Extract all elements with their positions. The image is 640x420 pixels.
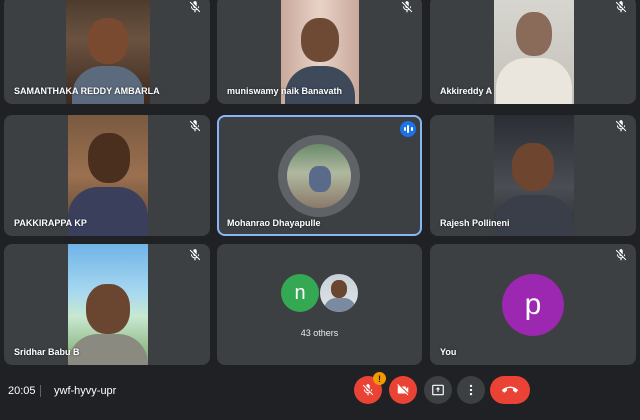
participant-tile-active-speaker[interactable]: Mohanrao Dhayapulle (217, 115, 422, 236)
mic-off-icon (614, 119, 628, 133)
control-bar: 20:05 ywf-hyvy-upr ! (0, 366, 640, 420)
divider (40, 385, 41, 397)
speaking-indicator-icon (400, 121, 416, 137)
participant-name: muniswamy naik Banavath (227, 86, 343, 96)
group-avatar-initial: n (294, 281, 306, 304)
group-avatar-photo (319, 273, 359, 313)
present-screen-icon (432, 384, 444, 396)
participant-name: Akkireddy A (440, 86, 493, 96)
mic-off-icon (188, 0, 202, 14)
self-avatar-initial: p (524, 288, 542, 321)
participant-tile[interactable]: PAKKIRAPPA KP (4, 115, 210, 236)
mic-off-icon (188, 119, 202, 133)
mic-toggle-button[interactable]: ! (354, 372, 386, 404)
leave-call-button[interactable] (490, 376, 530, 404)
participant-tile[interactable]: muniswamy naik Banavath (217, 0, 422, 104)
participant-video (68, 244, 148, 365)
camera-toggle-button[interactable] (389, 376, 417, 404)
meeting-stage: SAMANTHAKA REDDY AMBARLA muniswamy naik … (0, 0, 640, 420)
others-count: 43 others (300, 328, 339, 338)
group-avatar: n (281, 274, 319, 312)
raised-hand-icon: ! (373, 372, 386, 385)
participant-tile[interactable]: Rajesh Pollineni (430, 115, 636, 236)
mic-off-icon (362, 384, 374, 396)
self-tile[interactable]: p You (430, 244, 636, 365)
participant-video (494, 0, 574, 104)
participant-name: Mohanrao Dhayapulle (227, 218, 321, 228)
meeting-code: ywf-hyvy-upr (54, 385, 117, 397)
participant-avatar (287, 144, 351, 208)
present-screen-button[interactable] (424, 376, 452, 404)
mic-off-icon (400, 0, 414, 14)
participant-name: SAMANTHAKA REDDY AMBARLA (14, 86, 160, 96)
self-avatar: p (502, 274, 564, 336)
participant-avatar-ring (278, 135, 360, 217)
mic-off-icon (188, 248, 202, 262)
meeting-time: 20:05 (8, 385, 36, 397)
mic-off-icon (614, 0, 628, 14)
participant-name: You (440, 347, 457, 357)
participant-name: Rajesh Pollineni (440, 218, 510, 228)
participant-tile[interactable]: SAMANTHAKA REDDY AMBARLA (4, 0, 210, 104)
others-tile[interactable]: n 43 others (217, 244, 422, 365)
call-end-icon (502, 386, 518, 393)
more-vert-icon (469, 384, 473, 396)
participant-name: Sridhar Babu B (14, 347, 80, 357)
camera-off-icon (397, 384, 409, 396)
participant-tile[interactable]: Akkireddy A (430, 0, 636, 104)
participant-tile[interactable]: Sridhar Babu B (4, 244, 210, 365)
more-options-button[interactable] (457, 376, 485, 404)
participant-name: PAKKIRAPPA KP (14, 218, 87, 228)
mic-off-icon (614, 248, 628, 262)
